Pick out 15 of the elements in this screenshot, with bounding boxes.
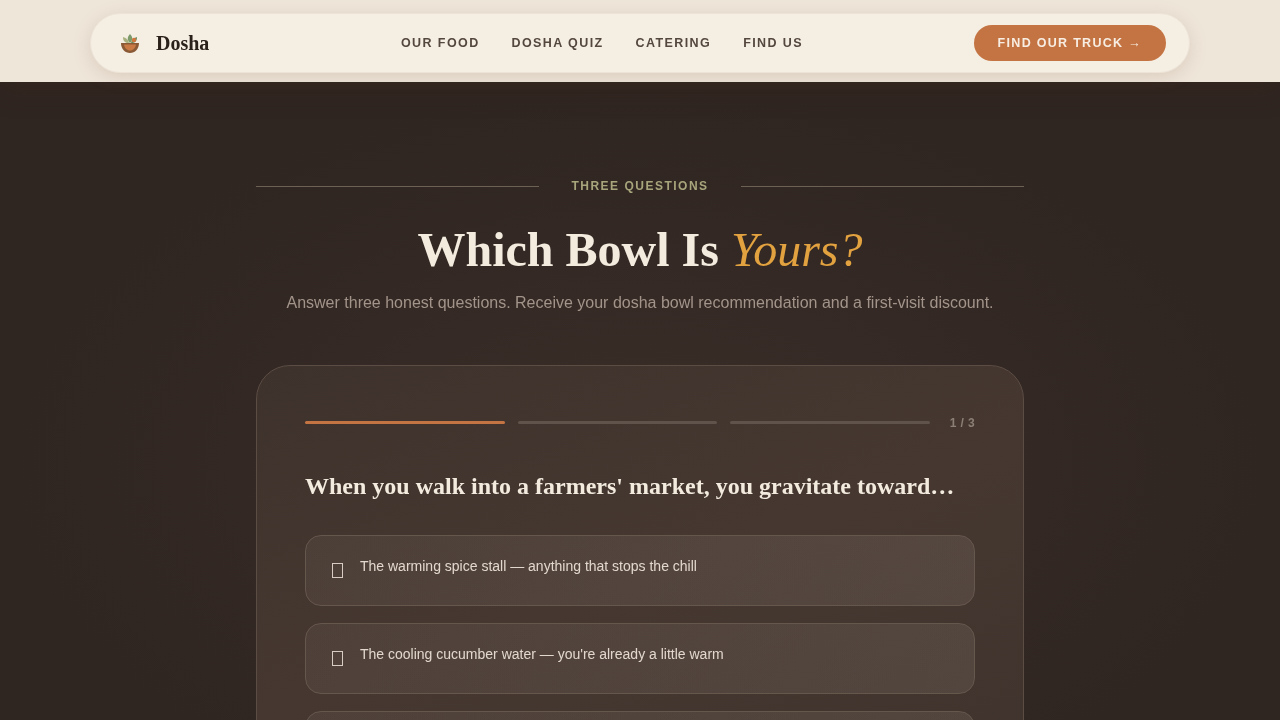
quiz-question: When you walk into a farmers' market, you gravitate toward…: [305, 472, 956, 500]
square-icon: [332, 651, 343, 667]
nav-link[interactable]: CATERING: [635, 36, 712, 50]
square-icon: [332, 563, 343, 579]
answer-option[interactable]: The warming spice stall — anything that stops the chill: [305, 534, 975, 606]
bowl-icon: [119, 32, 141, 54]
nav-link[interactable]: FIND US: [743, 36, 803, 50]
page-title: Which Bowl Is Yours?: [417, 224, 863, 277]
nav-link[interactable]: DOSHA QUIZ: [511, 36, 604, 50]
step-counter: 1 / 3: [949, 415, 975, 430]
page-subtitle: Answer three honest questions. Receive your dosha bowl recommendation and a first-visit discount.: [286, 293, 994, 312]
section-eyebrow: THREE QUESTIONS: [571, 179, 709, 193]
brand-name[interactable]: Dosha: [156, 31, 210, 55]
nav-link[interactable]: OUR FOOD: [401, 36, 480, 50]
answer-option[interactable]: The cooling cucumber water — you're already a little warm: [305, 622, 975, 694]
